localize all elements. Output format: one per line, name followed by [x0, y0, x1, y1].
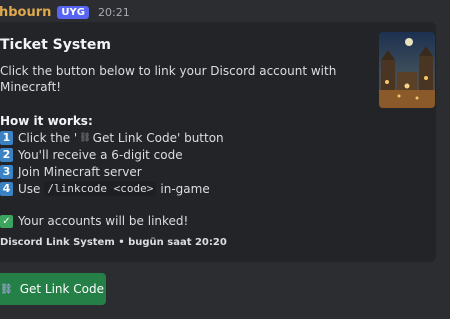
button-label: Get Link Code	[19, 282, 105, 296]
step-text-post: Get Link Code' button	[92, 130, 224, 145]
message-timestamp[interactable]: 20:21	[98, 6, 130, 19]
check-icon: ✓	[0, 214, 13, 228]
step-item: 2 You'll receive a 6-digit code	[0, 146, 224, 163]
inline-code: /linkcode <code>	[44, 181, 157, 196]
step-text-pre: Click the '	[18, 130, 78, 145]
message-header: hbourn UYG 20:21	[0, 2, 130, 22]
step-text: You'll receive a 6-digit code	[18, 147, 183, 162]
embed-description: Click the button below to link your Disc…	[0, 64, 337, 94]
embed-footer: Discord Link System • bugün saat 20:20	[0, 237, 227, 248]
step-number-1: 1	[0, 130, 13, 145]
embed-card: Ticket System Click the button below to …	[0, 22, 436, 262]
step-item: 4 Use /linkcode <code> in-game	[0, 180, 224, 197]
get-link-code-button[interactable]: ⛓ Get Link Code	[0, 273, 106, 305]
step-number-2: 2	[0, 147, 13, 162]
result-text: Your accounts will be linked!	[18, 214, 189, 228]
step-number-4: 4	[0, 181, 13, 196]
step-text-pre: Use	[18, 181, 41, 196]
author-name[interactable]: hbourn	[0, 5, 51, 20]
step-item: 3 Join Minecraft server	[0, 163, 224, 180]
author-badge[interactable]: UYG	[57, 5, 89, 19]
step-text: Join Minecraft server	[18, 164, 142, 179]
how-it-works-heading: How it works:	[0, 114, 93, 128]
result-line: ✓ Your accounts will be linked!	[0, 214, 188, 228]
link-icon: ⛓	[79, 132, 91, 143]
step-text-post: in-game	[160, 181, 210, 196]
steps-list: 1 Click the ' ⛓ Get Link Code' button 2 …	[0, 129, 224, 197]
embed-thumbnail[interactable]	[379, 32, 435, 108]
link-icon: ⛓	[0, 283, 13, 295]
step-item: 1 Click the ' ⛓ Get Link Code' button	[0, 129, 224, 146]
embed-title: Ticket System	[0, 37, 111, 53]
step-number-3: 3	[0, 164, 13, 179]
